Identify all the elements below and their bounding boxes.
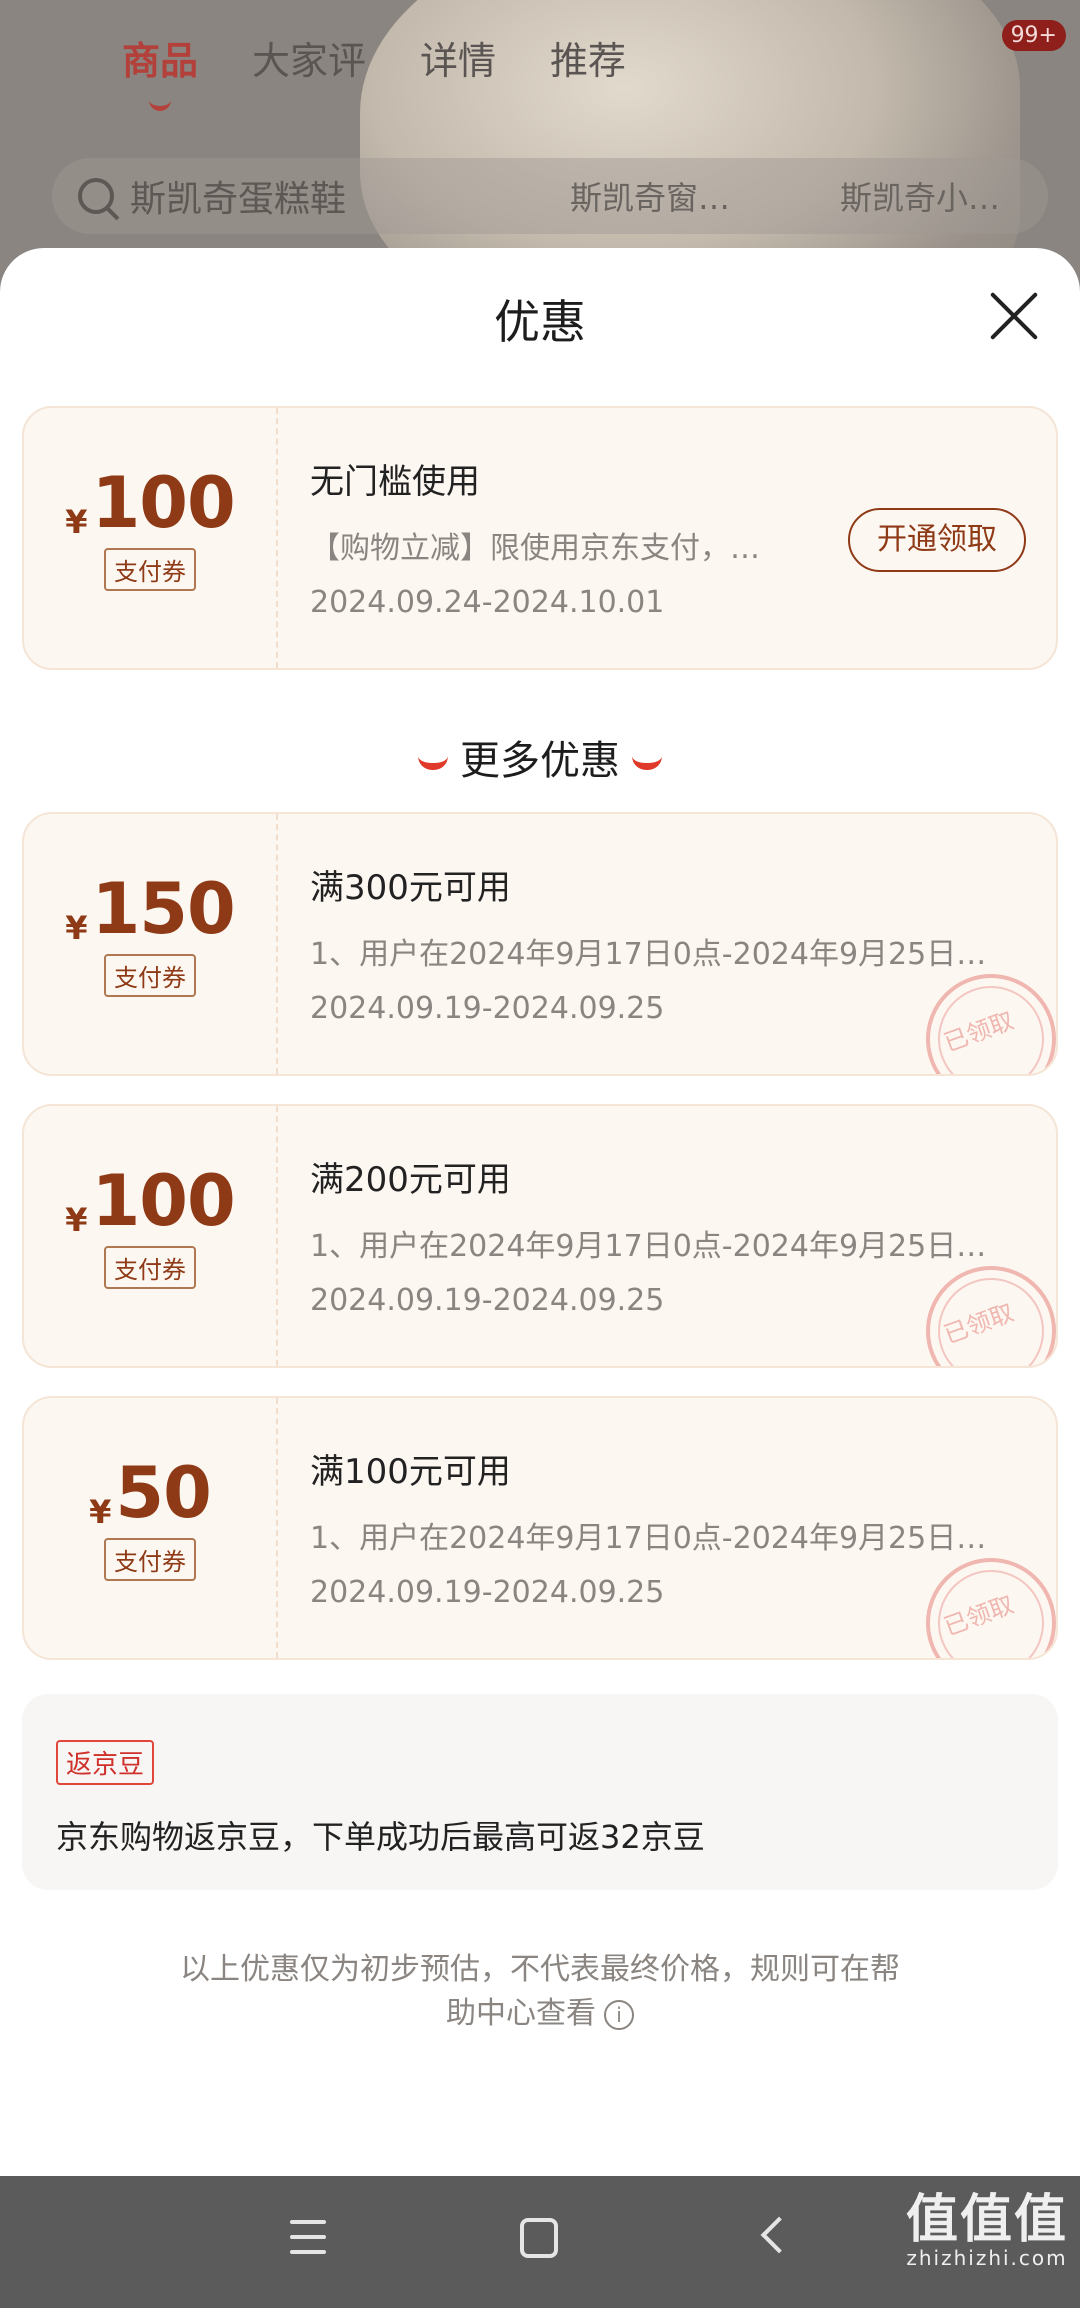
coupon-type-tag: 支付券 xyxy=(104,954,196,997)
tab-recommend[interactable]: 推荐 xyxy=(550,30,626,85)
help-center-text: 助中心查看 xyxy=(446,1996,596,2031)
coupon-info: 满100元可用 1、用户在2024年9月17日0点-2024年9月25日… 20… xyxy=(310,1444,1024,1610)
watermark-main: 值值值 xyxy=(905,2190,1068,2250)
coupon-validity-date: 2024.09.19-2024.09.25 xyxy=(310,1283,665,1318)
amount-value: 50 xyxy=(115,1452,211,1534)
coupon-amount: ¥100 xyxy=(24,468,276,538)
smile-decoration-icon xyxy=(418,756,448,770)
coupon-description: 1、用户在2024年9月17日0点-2024年9月25日… xyxy=(310,1521,987,1556)
coupon-amount-panel: ¥100 支付券 xyxy=(24,1106,278,1366)
claim-coupon-button[interactable]: 开通领取 xyxy=(848,508,1026,572)
currency-symbol: ¥ xyxy=(65,503,88,541)
product-tabs: 商品 大家评 详情 推荐 xyxy=(122,30,626,85)
jd-bean-tag: 返京豆 xyxy=(56,1740,155,1785)
coupon-card[interactable]: ¥50 支付券 满100元可用 1、用户在2024年9月17日0点-2024年9… xyxy=(22,1396,1058,1660)
close-icon[interactable] xyxy=(988,290,1040,342)
info-icon[interactable]: i xyxy=(604,1999,634,2030)
more-offers-label: 更多优惠 xyxy=(460,738,620,784)
coupon-validity-date: 2024.09.24-2024.10.01 xyxy=(310,585,665,620)
coupon-type-tag: 支付券 xyxy=(104,548,196,591)
search-tag[interactable]: 斯凯奇小… xyxy=(840,173,1030,219)
coupon-amount-panel: ¥150 支付券 xyxy=(24,814,278,1074)
claimed-stamp-label: 已领取 xyxy=(940,1298,1018,1350)
search-bar[interactable]: 斯凯奇蛋糕鞋 斯凯奇窗… 斯凯奇小… xyxy=(52,158,1048,234)
coupon-amount: ¥50 xyxy=(24,1458,276,1528)
home-icon[interactable] xyxy=(520,2218,558,2258)
watermark-url: zhizhizhi.com xyxy=(906,2246,1068,2270)
coupon-info: 满300元可用 1、用户在2024年9月17日0点-2024年9月25日… 20… xyxy=(310,860,1024,1026)
more-offers-heading: 更多优惠 xyxy=(0,728,1080,786)
currency-symbol: ¥ xyxy=(65,909,88,947)
coupon-title: 满300元可用 xyxy=(310,868,511,908)
coupon-validity-date: 2024.09.19-2024.09.25 xyxy=(310,991,665,1026)
coupon-description: 1、用户在2024年9月17日0点-2024年9月25日… xyxy=(310,1229,987,1264)
amount-value: 100 xyxy=(91,462,236,544)
jd-bean-rebate-card: 返京豆 京东购物返京豆，下单成功后最高可返32京豆 xyxy=(22,1694,1058,1890)
back-icon[interactable] xyxy=(760,2216,798,2254)
coupon-type-tag: 支付券 xyxy=(104,1538,196,1581)
coupon-info: 满200元可用 1、用户在2024年9月17日0点-2024年9月25日… 20… xyxy=(310,1152,1024,1318)
coupon-card[interactable]: ¥150 支付券 满300元可用 1、用户在2024年9月17日0点-2024年… xyxy=(22,812,1058,1076)
coupon-amount: ¥100 xyxy=(24,1166,276,1236)
jd-bean-text: 京东购物返京豆，下单成功后最高可返32京豆 xyxy=(56,1818,705,1856)
sheet-title: 优惠 xyxy=(494,295,586,349)
system-nav-bar: 值值值 zhizhizhi.com xyxy=(0,2176,1080,2308)
disclaimer-line: 以上优惠仅为初步预估，不代表最终价格，规则可在帮 xyxy=(180,1952,900,1987)
coupon-type-tag: 支付券 xyxy=(104,1246,196,1289)
coupon-title: 满100元可用 xyxy=(310,1452,511,1492)
tab-reviews[interactable]: 大家评 xyxy=(252,30,366,85)
coupon-description: 【购物立减】限使用京东支付，… xyxy=(310,531,760,566)
discount-sheet: 优惠 ¥100 支付券 无门槛使用 【购物立减】限使用京东支付，… 2024.0… xyxy=(0,248,1080,2176)
main-coupon-card: ¥100 支付券 无门槛使用 【购物立减】限使用京东支付，… 2024.09.2… xyxy=(22,406,1058,670)
disclaimer: 以上优惠仅为初步预估，不代表最终价格，规则可在帮 助中心查看 i xyxy=(130,1948,950,2036)
currency-symbol: ¥ xyxy=(89,1493,112,1531)
coupon-title: 满200元可用 xyxy=(310,1160,511,1200)
coupon-title: 无门槛使用 xyxy=(310,462,480,502)
claimed-stamp-label: 已领取 xyxy=(940,1590,1018,1642)
coupon-amount: ¥150 xyxy=(24,874,276,944)
search-tag[interactable]: 斯凯奇窗… xyxy=(570,173,750,219)
tab-details[interactable]: 详情 xyxy=(420,30,496,85)
claimed-stamp-label: 已领取 xyxy=(940,1006,1018,1058)
search-icon xyxy=(78,178,114,214)
coupon-info: 无门槛使用 【购物立减】限使用京东支付，… 2024.09.24-2024.10… xyxy=(310,454,796,620)
coupon-amount-panel: ¥50 支付券 xyxy=(24,1398,278,1658)
search-input[interactable]: 斯凯奇蛋糕鞋 xyxy=(130,170,550,222)
disclaimer-line: 助中心查看 i xyxy=(130,1992,950,2036)
coupon-description: 1、用户在2024年9月17日0点-2024年9月25日… xyxy=(310,937,987,972)
smile-decoration-icon xyxy=(632,756,662,770)
coupon-amount-panel: ¥100 支付券 xyxy=(24,408,278,668)
currency-symbol: ¥ xyxy=(65,1201,88,1239)
coupon-validity-date: 2024.09.19-2024.09.25 xyxy=(310,1575,665,1610)
amount-value: 100 xyxy=(91,1160,236,1242)
message-count-badge: 99+ xyxy=(1001,20,1066,51)
watermark: 值值值 zhizhizhi.com xyxy=(906,2194,1068,2270)
amount-value: 150 xyxy=(91,868,236,950)
coupon-card[interactable]: ¥100 支付券 满200元可用 1、用户在2024年9月17日0点-2024年… xyxy=(22,1104,1058,1368)
menu-icon[interactable] xyxy=(290,2220,326,2258)
tab-product[interactable]: 商品 xyxy=(122,30,198,85)
